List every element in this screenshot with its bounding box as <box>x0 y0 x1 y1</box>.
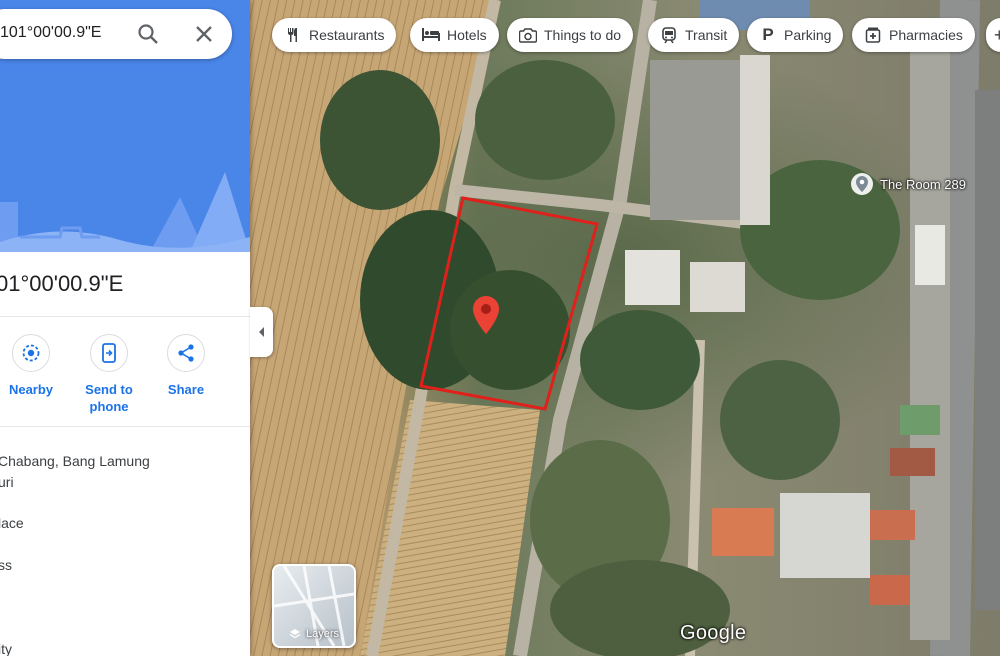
share-button[interactable]: Share <box>151 334 221 398</box>
poi-label[interactable]: The Room 289 <box>880 177 966 192</box>
chip-label: Hotels <box>447 27 487 43</box>
poi-marker[interactable]: The Room 289 <box>850 172 966 196</box>
send-to-phone-button[interactable]: Send to phone <box>74 334 144 415</box>
poi-pin-icon <box>851 173 873 195</box>
close-icon[interactable] <box>192 22 216 46</box>
address-line-2: uri <box>0 474 14 490</box>
nearby-icon <box>22 344 40 362</box>
chip-transit[interactable]: Transit <box>648 18 740 52</box>
more-icon: + <box>994 24 1000 45</box>
search-icon[interactable] <box>136 22 160 46</box>
chip-restaurants[interactable]: Restaurants <box>272 18 397 52</box>
info-row-address[interactable]: ss <box>0 555 12 575</box>
transit-icon <box>660 26 678 44</box>
nearby-label: Nearby <box>8 382 54 397</box>
chevron-left-icon <box>258 327 264 337</box>
layers-label: Layers <box>305 628 340 640</box>
divider <box>0 426 250 427</box>
chip-parking[interactable]: P Parking <box>747 18 844 52</box>
search-box[interactable]: 101°00'00.9"E <box>0 9 232 59</box>
place-panel: 101°00'00.9"E 01°00'00.9"E Nearby Send t… <box>0 0 250 656</box>
pharmacy-icon <box>864 26 882 44</box>
nearby-button[interactable]: Nearby <box>0 334 66 398</box>
share-label: Share <box>167 382 205 397</box>
send-to-phone-label: Send to phone <box>85 382 133 414</box>
place-title: 01°00'00.9"E <box>0 271 124 296</box>
info-row-extra[interactable]: ity <box>0 639 12 656</box>
chip-label: Things to do <box>544 27 622 43</box>
camera-icon <box>519 26 537 44</box>
collapse-panel-button[interactable] <box>250 307 273 357</box>
address-line[interactable]: Chabang, Bang Lamung <box>0 451 150 471</box>
hero-illustration <box>0 172 250 252</box>
restaurant-icon <box>284 26 302 44</box>
share-icon <box>178 344 194 362</box>
chip-hotels[interactable]: Hotels <box>410 18 499 52</box>
chip-things-to-do[interactable]: Things to do <box>507 18 634 52</box>
chip-label: Pharmacies <box>889 27 963 43</box>
info-row-place[interactable]: lace <box>0 513 24 533</box>
hotel-icon <box>422 26 440 44</box>
divider <box>0 316 250 317</box>
chip-label: Transit <box>685 27 728 43</box>
send-to-phone-icon <box>102 343 116 363</box>
search-input[interactable]: 101°00'00.9"E <box>0 24 101 42</box>
google-logo: Google <box>680 622 747 644</box>
layers-icon <box>289 629 301 639</box>
layers-button[interactable]: Layers <box>272 564 356 648</box>
chip-pharmacies[interactable]: Pharmacies <box>852 18 975 52</box>
chip-label: Parking <box>784 27 832 43</box>
location-pin-icon[interactable] <box>473 296 499 334</box>
chip-label: Restaurants <box>309 27 385 43</box>
parking-icon: P <box>762 25 774 44</box>
